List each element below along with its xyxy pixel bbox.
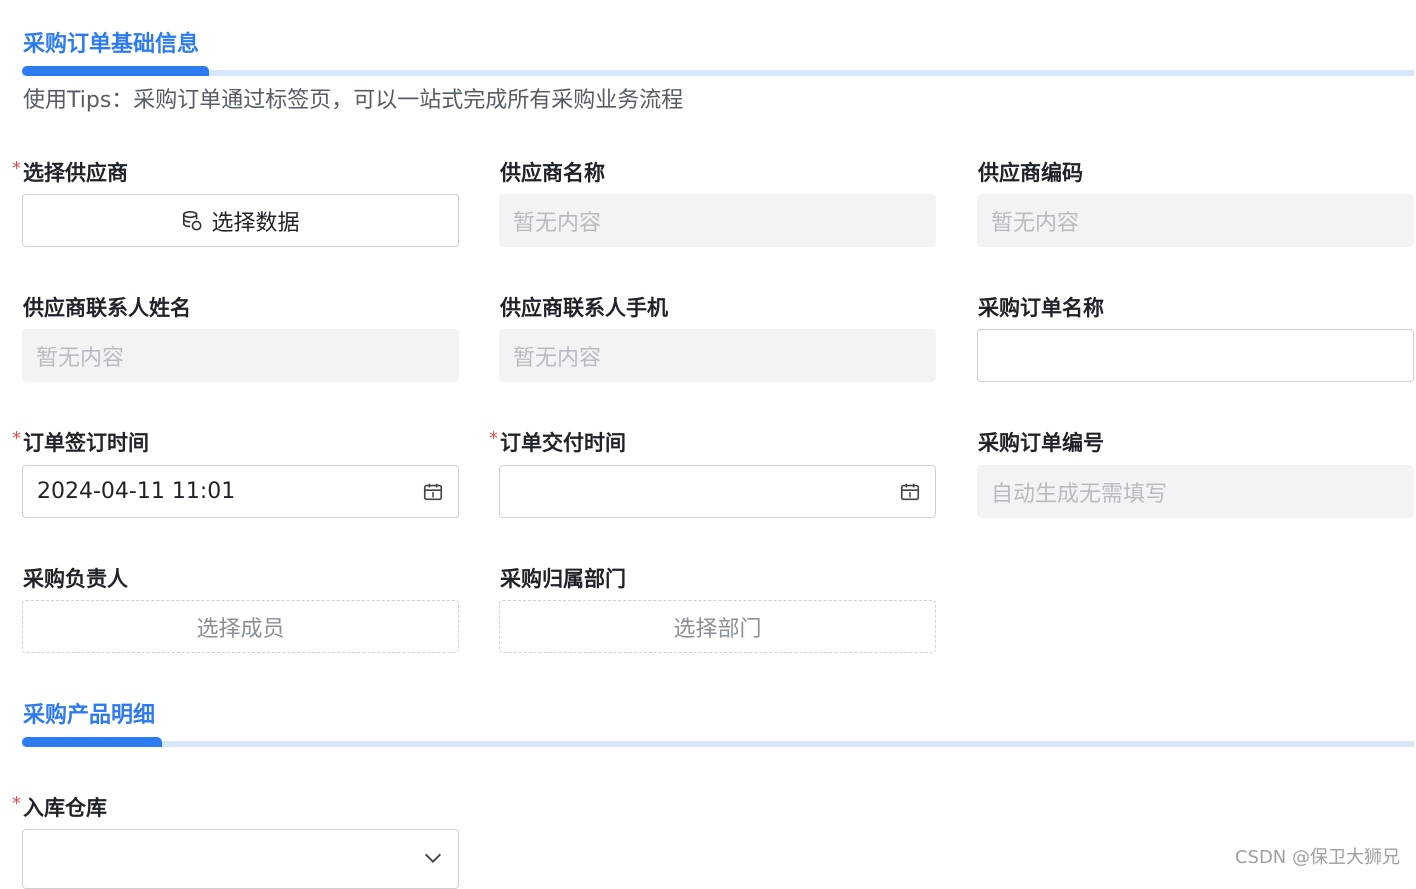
supplier-contact-name-field: 暂无内容 <box>22 329 459 382</box>
section-divider-product-details <box>22 737 1414 747</box>
required-marker: * <box>489 428 498 449</box>
order-name-input[interactable] <box>977 329 1414 382</box>
sign-time-value: 2024-04-11 11:01 <box>37 479 236 504</box>
supplier-name-field: 暂无内容 <box>499 194 936 247</box>
warehouse-select[interactable] <box>22 829 459 889</box>
owner-label: 采购负责人 <box>23 567 128 591</box>
chevron-down-icon[interactable] <box>422 847 444 869</box>
section-divider-accent <box>22 737 162 747</box>
section-title-product-details: 采购产品明细 <box>23 703 156 728</box>
required-marker: * <box>12 793 21 814</box>
supplier-select-label: 选择供应商 <box>23 161 128 185</box>
watermark: CSDN @保卫大狮兄 <box>1234 847 1400 868</box>
order-name-label: 采购订单名称 <box>978 296 1104 320</box>
usage-tips: 使用Tips：采购订单通过标签页，可以一站式完成所有采购业务流程 <box>23 88 684 113</box>
supplier-contact-name-label: 供应商联系人姓名 <box>23 296 191 320</box>
calendar-icon[interactable] <box>422 481 444 503</box>
section-divider-basic-info <box>22 66 1414 76</box>
supplier-contact-phone-field: 暂无内容 <box>499 329 936 382</box>
select-data-button-label: 选择数据 <box>211 210 300 236</box>
required-marker: * <box>12 158 21 179</box>
section-title-basic-info: 采购订单基础信息 <box>23 32 200 57</box>
sign-time-label: 订单签订时间 <box>23 431 149 455</box>
calendar-icon[interactable] <box>899 481 921 503</box>
order-number-label: 采购订单编号 <box>978 431 1104 455</box>
sign-time-picker[interactable]: 2024-04-11 11:01 <box>22 465 459 518</box>
supplier-code-field: 暂无内容 <box>977 194 1414 247</box>
order-number-field: 自动生成无需填写 <box>977 465 1414 518</box>
select-data-button[interactable]: 选择数据 <box>22 194 459 247</box>
section-divider-accent <box>22 66 209 76</box>
select-member-button[interactable]: 选择成员 <box>22 600 459 653</box>
department-label: 采购归属部门 <box>500 567 626 591</box>
supplier-contact-phone-label: 供应商联系人手机 <box>500 296 668 320</box>
delivery-time-label: 订单交付时间 <box>500 431 626 455</box>
supplier-code-label: 供应商编码 <box>978 161 1083 185</box>
supplier-name-label: 供应商名称 <box>500 161 605 185</box>
select-department-button[interactable]: 选择部门 <box>499 600 936 653</box>
warehouse-label: 入库仓库 <box>23 796 107 820</box>
required-marker: * <box>12 428 21 449</box>
delivery-time-picker[interactable] <box>499 465 936 518</box>
database-icon <box>183 210 203 231</box>
